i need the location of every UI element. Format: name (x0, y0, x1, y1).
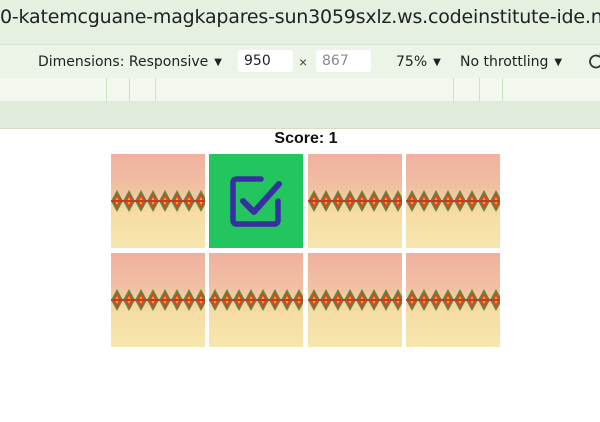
memory-card-back[interactable] (111, 154, 205, 248)
devtools-device-toolbar: Dimensions: Responsive ▼ 950 × 867 75% ▼ N… (0, 44, 600, 79)
chevron-down-icon: ▼ (554, 57, 563, 68)
diamond-pattern-icon (111, 190, 205, 212)
media-query-ruler[interactable] (0, 78, 600, 102)
diamond-pattern-icon (406, 190, 500, 212)
ruler-marker (479, 78, 480, 101)
memory-card-back[interactable] (308, 154, 402, 248)
diamond-pattern-icon (111, 289, 205, 311)
diamond-pattern-icon (308, 190, 402, 212)
ruler-marker (502, 78, 503, 101)
zoom-dropdown[interactable]: 75% ▼ (396, 54, 441, 70)
memory-card-back[interactable] (209, 253, 303, 347)
ruler-marker (106, 78, 107, 101)
score-display: Score: 1 (274, 130, 338, 147)
times-symbol: × (299, 54, 308, 70)
throttling-label: No throttling (460, 54, 549, 70)
rotate-icon[interactable] (588, 53, 600, 69)
width-input[interactable]: 950 (238, 50, 293, 72)
chevron-down-icon: ▼ (214, 57, 222, 68)
diamond-pattern-icon (308, 289, 402, 311)
ruler-marker (453, 78, 454, 101)
memory-card-back[interactable] (406, 154, 500, 248)
address-bar[interactable]: 0-katemcguane-magkapares-sun3059sxlz.ws.… (0, 0, 600, 44)
height-input[interactable]: 867 (316, 50, 371, 72)
device-ruler-strip (0, 101, 600, 129)
memory-card-back[interactable] (406, 253, 500, 347)
memory-card-matched[interactable] (209, 154, 303, 248)
dimensions-dropdown[interactable]: Dimensions: Responsive ▼ (38, 54, 222, 70)
chevron-down-icon: ▼ (433, 57, 441, 68)
url-text[interactable]: 0-katemcguane-magkapares-sun3059sxlz.ws.… (0, 6, 600, 28)
diamond-pattern-icon (209, 289, 303, 311)
diamond-pattern-icon (406, 289, 500, 311)
memory-card-back[interactable] (111, 253, 205, 347)
ruler-marker (129, 78, 130, 101)
ruler-marker (155, 78, 156, 101)
throttling-dropdown[interactable]: No throttling ▼ (460, 54, 562, 70)
dimensions-label: Dimensions: Responsive (38, 54, 209, 70)
checkbox-checked-icon (230, 176, 282, 227)
zoom-label: 75% (396, 54, 428, 70)
memory-card-back[interactable] (308, 253, 402, 347)
